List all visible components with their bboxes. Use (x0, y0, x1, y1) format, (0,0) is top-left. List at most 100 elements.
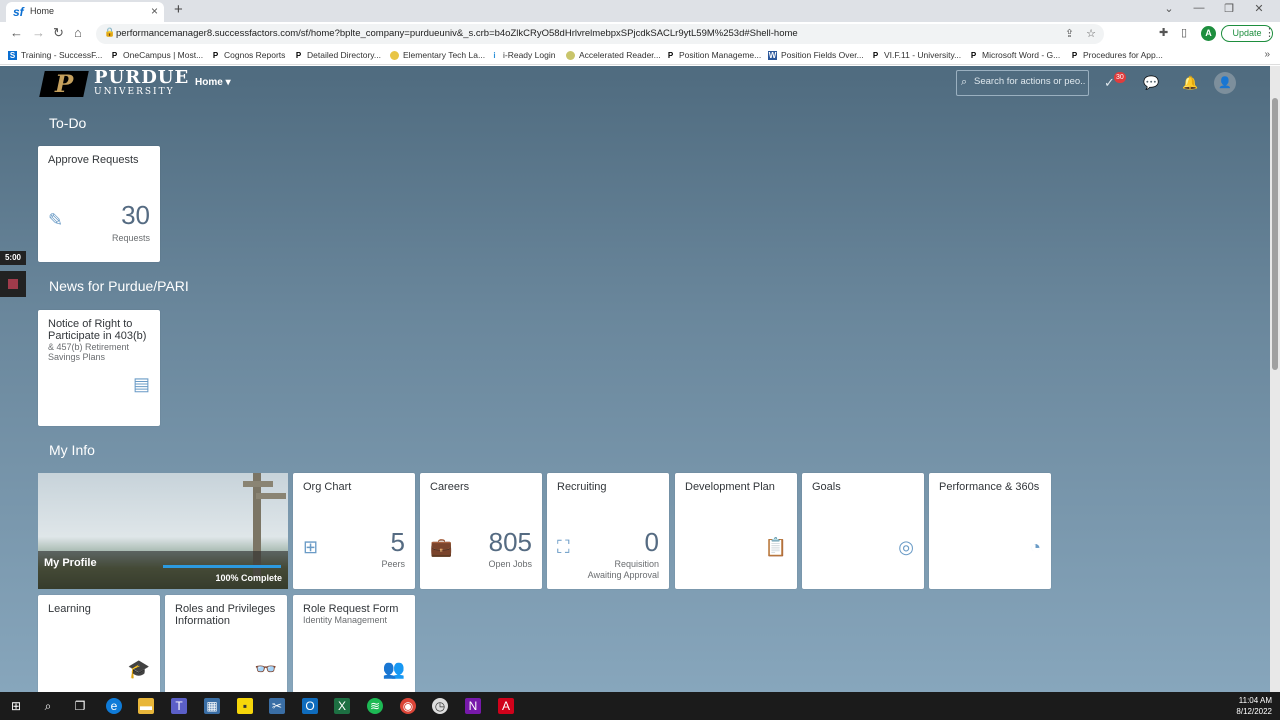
news-tile[interactable]: Notice of Right to Participate in 403(b)… (38, 310, 160, 426)
user-avatar[interactable]: 👤 (1214, 72, 1236, 94)
snipping-tool-icon[interactable]: ✂ (269, 698, 285, 714)
target-icon: ◎ (898, 537, 914, 557)
file-explorer-icon[interactable]: ▬ (138, 698, 154, 714)
goals-tile[interactable]: Goals ◎ (802, 473, 924, 589)
org-chart-tile[interactable]: Org Chart ⊞ 5 Peers (293, 473, 415, 589)
bookmark-star-icon[interactable]: ☆ (1086, 27, 1096, 40)
windows-start-icon[interactable]: ⊞ (8, 698, 24, 714)
tile-subtitle: & 457(b) Retirement Savings Plans (48, 342, 130, 362)
bookmark-item[interactable]: i i-Ready Login (490, 50, 555, 60)
task-view-icon[interactable]: ❐ (72, 698, 88, 714)
successfactors-home: P PURDUE UNIVERSITY Home ▾ ⌕ ✓ 30 💬 🔔 👤 … (0, 66, 1280, 692)
tab-title: Home (30, 6, 55, 16)
approve-requests-tile[interactable]: Approve Requests ✎ 30 Requests (38, 146, 160, 262)
restore-icon[interactable]: ❐ (1214, 2, 1244, 15)
chrome-icon[interactable]: ◉ (400, 698, 416, 714)
tile-number: 30 (121, 200, 150, 230)
tab-close-icon[interactable]: × (151, 4, 158, 18)
bookmark-item[interactable]: P Detailed Directory... (294, 50, 381, 60)
calculator-icon[interactable]: ▦ (204, 698, 220, 714)
section-title-todo: To-Do (49, 115, 87, 131)
minimize-icon[interactable]: — (1184, 2, 1214, 15)
bookmark-item[interactable]: S Training - SuccessF... (8, 50, 102, 60)
bookmark-item[interactable]: P OneCampus | Most... (110, 50, 203, 60)
page-scrollbar[interactable] (1270, 66, 1280, 692)
tile-unit: Requests (111, 233, 150, 243)
bookmarks-bar: S Training - SuccessF... P OneCampus | Mos… (0, 46, 1280, 65)
glasses-icon: 👓 (254, 659, 277, 679)
scroll-thumb[interactable] (1272, 98, 1278, 370)
url-text[interactable]: performancemanager8.successfactors.com/s… (116, 28, 798, 39)
signpost-arm (243, 481, 273, 487)
tile-title: Learning (48, 603, 91, 615)
role-request-tile[interactable]: Role Request Form Identity Management 👥 (293, 595, 415, 692)
tile-title: Notice of Right to Participate in 403(b) (48, 318, 147, 342)
bookmark-item[interactable]: P Microsoft Word - G... (969, 50, 1060, 60)
shell-bar: P PURDUE UNIVERSITY Home ▾ ⌕ ✓ 30 💬 🔔 👤 (0, 66, 1270, 100)
profile-avatar[interactable]: A (1201, 26, 1216, 41)
bookmark-item[interactable]: Accelerated Reader... (566, 50, 661, 60)
purdue-wordmark[interactable]: PURDUE UNIVERSITY (94, 69, 189, 98)
close-window-icon[interactable]: ✕ (1244, 2, 1274, 15)
system-clock[interactable]: 11:04 AM 8/12/2022 (1236, 695, 1272, 717)
bookmark-elementary-icon (390, 50, 399, 60)
address-bar[interactable]: 🔒 performancemanager8.successfactors.com… (96, 24, 1104, 44)
search-icon[interactable]: ⌕ (961, 76, 967, 89)
org-chart-icon: ⊞ (303, 537, 319, 557)
profile-progress-label: 100% Complete (215, 573, 282, 583)
tile-unit: Requisition Awaiting Approval (587, 559, 659, 580)
reload-icon[interactable]: ↻ (53, 25, 64, 41)
teams-icon[interactable]: T (171, 698, 187, 714)
side-panel-icon[interactable]: ▯ (1181, 26, 1187, 39)
excel-icon[interactable]: X (334, 698, 350, 714)
clock-app-icon[interactable]: ◷ (432, 698, 448, 714)
outlook-icon[interactable]: O (302, 698, 318, 714)
signpost-arm (256, 493, 286, 499)
bell-icon[interactable]: 🔔 (1182, 75, 1198, 91)
new-tab-icon[interactable]: + (174, 1, 183, 18)
tab-search-icon[interactable]: ⌄ (1154, 2, 1184, 15)
home-menu-button[interactable]: Home ▾ (195, 77, 231, 88)
development-plan-tile[interactable]: Development Plan 📋 (675, 473, 797, 589)
careers-tile[interactable]: Careers 💼 805 Open Jobs (420, 473, 542, 589)
browser-tab[interactable]: sf Home × (6, 2, 164, 22)
more-bookmarks-icon[interactable]: » (1264, 49, 1270, 60)
spotify-icon[interactable]: ≋ (367, 698, 383, 714)
tile-subtitle: Identity Management (303, 615, 388, 625)
acrobat-icon[interactable]: A (498, 698, 514, 714)
recruiting-tile[interactable]: Recruiting ⛶ 0 Requisition Awaiting Appr… (547, 473, 669, 589)
search-icon[interactable]: ⌕ (40, 698, 56, 714)
bookmark-item[interactable]: P Cognos Reports (211, 50, 286, 60)
extensions-icon[interactable]: ✚ (1159, 26, 1168, 39)
home-icon[interactable]: ⌂ (74, 25, 82, 40)
purdue-logo-icon[interactable]: P (39, 69, 89, 98)
my-profile-tile[interactable]: My Profile 100% Complete (38, 473, 288, 589)
stop-recording-button[interactable] (0, 271, 26, 297)
tile-number: 0 (644, 527, 659, 557)
bookmark-item[interactable]: P Procedures for App... (1070, 50, 1163, 60)
section-title-myinfo: My Info (49, 442, 95, 458)
search-input[interactable] (974, 76, 1086, 87)
bookmark-item[interactable]: P VI.F.11 - University... (871, 50, 961, 60)
performance-tile[interactable]: Performance & 360s ◔ (929, 473, 1051, 589)
edge-icon[interactable]: e (106, 698, 122, 714)
chat-icon[interactable]: 💬 (1143, 75, 1159, 91)
successfactors-favicon-icon: sf (13, 5, 24, 19)
roles-privileges-tile[interactable]: Roles and Privileges Information 👓 (165, 595, 287, 692)
forward-icon[interactable]: → (32, 25, 45, 40)
back-icon[interactable]: ← (10, 25, 23, 40)
search-field[interactable]: ⌕ (956, 70, 1089, 96)
profile-overlay: My Profile 100% Complete (38, 551, 288, 589)
bookmark-item[interactable]: P Position Manageme... (666, 50, 761, 60)
sticky-notes-icon[interactable]: ▪ (237, 698, 253, 714)
windows-taskbar: ⊞ ⌕ ❐ e ▬ T ▦ ▪ ✂ O X ≋ ◉ ◷ N A 11:04 AM… (0, 692, 1280, 720)
onenote-icon[interactable]: N (465, 698, 481, 714)
bookmark-item[interactable]: W Position Fields Over... (768, 50, 864, 60)
learning-tile[interactable]: Learning 🎓 (38, 595, 160, 692)
menu-dots-icon[interactable]: ⋮ (1264, 26, 1275, 39)
share-icon[interactable]: ⇪ (1065, 27, 1074, 40)
tile-title: Performance & 360s (939, 481, 1040, 493)
lock-icon[interactable]: 🔒 (104, 27, 115, 38)
bookmark-item[interactable]: Elementary Tech La... (390, 50, 485, 60)
tile-title: Development Plan (685, 481, 775, 493)
